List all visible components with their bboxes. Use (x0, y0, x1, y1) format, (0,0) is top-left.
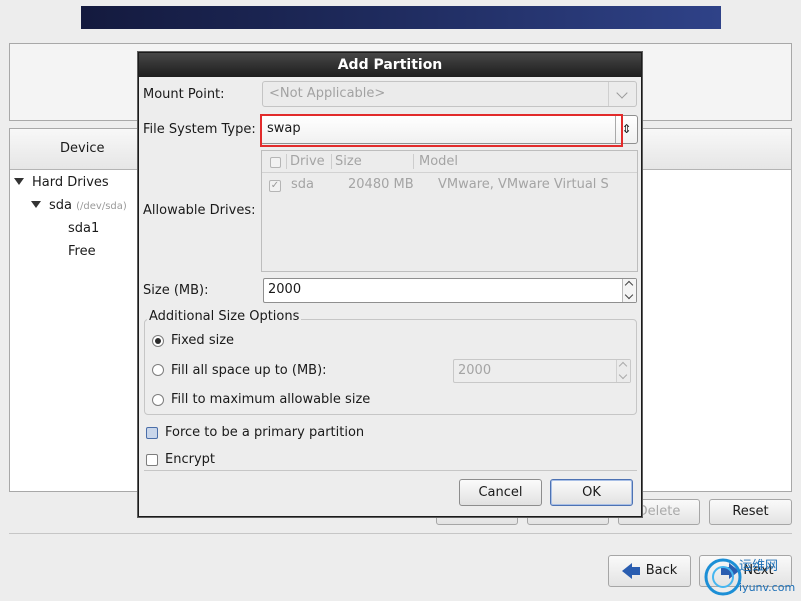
ok-label: OK (582, 485, 601, 500)
mount-point-label: Mount Point: (143, 87, 225, 102)
tree-item-free[interactable]: Free (68, 244, 96, 259)
column-model[interactable]: Model (419, 154, 458, 169)
fixed-size-radio[interactable] (152, 335, 164, 347)
fill-spin-buttons[interactable] (616, 360, 630, 382)
column-separator (413, 154, 414, 169)
tree-item-sda[interactable]: sda (/dev/sda) (31, 198, 127, 213)
fill-up-to-input[interactable]: 2000 (453, 359, 631, 383)
drive-checkbox[interactable]: ✓ (269, 180, 281, 192)
fill-up-to-label[interactable]: Fill all space up to (MB): (171, 363, 327, 378)
fill-max-radio[interactable] (152, 394, 164, 406)
drive-row[interactable]: ✓ sda 20480 MB VMware, VMware Virtual S (262, 177, 637, 195)
drive-model: VMware, VMware Virtual S (438, 177, 609, 192)
installer-banner (81, 6, 721, 29)
encrypt-label[interactable]: Encrypt (165, 452, 215, 467)
watermark-logo: 运维网 iyunv.com (701, 551, 799, 599)
column-separator (286, 154, 287, 169)
spin-up-icon[interactable] (618, 361, 628, 371)
tree-item-label: Hard Drives (32, 175, 109, 190)
allowable-drives-list[interactable]: Drive Size Model ✓ sda 20480 MB VMware, … (261, 150, 638, 272)
expander-icon[interactable] (31, 201, 41, 208)
ok-button[interactable]: OK (550, 479, 633, 506)
reset-label: Reset (732, 504, 769, 519)
back-arrow-tail (631, 566, 640, 575)
tree-item-label: Free (68, 244, 96, 259)
column-drive[interactable]: Drive (290, 154, 325, 169)
size-options-title: Additional Size Options (147, 309, 302, 324)
drives-header: Drive Size Model (262, 151, 637, 173)
select-all-checkbox[interactable] (270, 157, 281, 168)
mount-point-value: <Not Applicable> (269, 86, 386, 101)
tree-item-hard-drives[interactable]: Hard Drives (14, 175, 109, 190)
tree-item-label: sda (49, 198, 72, 213)
column-device[interactable]: Device (60, 141, 104, 156)
file-system-type-label: File System Type: (143, 122, 256, 137)
size-value: 2000 (268, 282, 302, 297)
dialog-title: Add Partition (139, 53, 641, 77)
highlight-annotation (260, 114, 623, 147)
reset-button[interactable]: Reset (709, 499, 792, 525)
spin-down-icon[interactable] (624, 290, 634, 300)
column-separator (331, 154, 332, 169)
fixed-size-label[interactable]: Fixed size (171, 333, 234, 348)
add-partition-dialog: Add Partition Mount Point: <Not Applicab… (138, 52, 642, 517)
dialog-separator (144, 470, 637, 471)
size-input[interactable]: 2000 (263, 278, 637, 303)
size-spin-buttons[interactable] (622, 279, 636, 302)
dropdown-button[interactable] (608, 82, 636, 106)
chevron-down-icon (616, 87, 628, 99)
fill-up-to-value: 2000 (458, 363, 492, 378)
fill-up-to-radio[interactable] (152, 364, 164, 376)
watermark-text-cn: 运维网 (739, 559, 779, 574)
tree-item-sda1[interactable]: sda1 (68, 221, 99, 236)
allowable-drives-label: Allowable Drives: (143, 203, 256, 218)
back-label: Back (645, 563, 678, 578)
cancel-label: Cancel (478, 485, 523, 500)
size-label: Size (MB): (143, 283, 209, 298)
force-primary-checkbox[interactable] (146, 427, 158, 439)
device-path: (/dev/sda) (76, 201, 127, 212)
drive-size: 20480 MB (348, 177, 414, 192)
fill-max-label[interactable]: Fill to maximum allowable size (171, 392, 370, 407)
back-button[interactable]: Back (608, 555, 691, 587)
watermark-text: iyunv.com (739, 581, 796, 594)
mount-point-combo[interactable]: <Not Applicable> (262, 81, 637, 107)
expander-icon[interactable] (14, 178, 24, 185)
tree-item-label: sda1 (68, 221, 100, 236)
separator (9, 533, 792, 534)
delete-label: Delete (637, 504, 681, 519)
column-size[interactable]: Size (335, 154, 362, 169)
encrypt-checkbox[interactable] (146, 454, 158, 466)
drive-name: sda (291, 177, 314, 192)
spin-up-icon[interactable] (624, 280, 634, 290)
back-arrow-icon (621, 562, 632, 579)
spin-down-icon[interactable] (618, 370, 628, 380)
force-primary-label[interactable]: Force to be a primary partition (165, 425, 364, 440)
cancel-button[interactable]: Cancel (459, 479, 542, 506)
